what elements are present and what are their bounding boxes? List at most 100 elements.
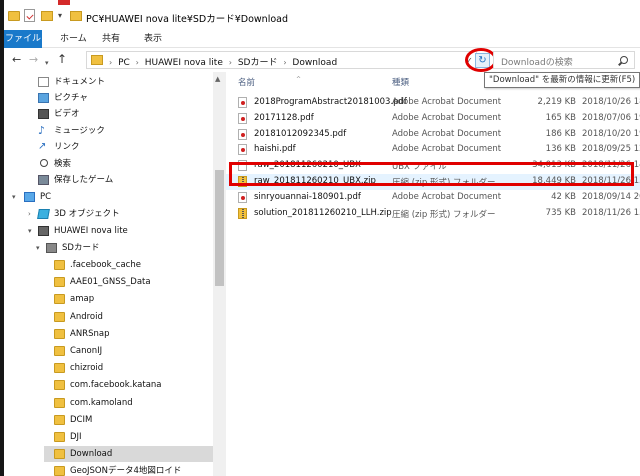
file-row[interactable]: raw_201811260210_UBX.zip 圧縮 (zip 形式) フォルダ…: [226, 174, 640, 190]
file-name: raw_201811260210_UBX: [254, 160, 361, 171]
file-name: haishi.pdf: [254, 144, 296, 155]
chevron-down-icon[interactable]: ▾: [12, 189, 16, 205]
breadcrumb-download[interactable]: Download: [292, 58, 337, 68]
folder-icon: [54, 311, 65, 322]
column-header-type[interactable]: 種類: [392, 76, 409, 88]
phone-icon: [38, 226, 49, 236]
file-size: 2,219 KB: [537, 97, 576, 107]
breadcrumb: › PC › HUAWEI nova lite › SDカード › Downlo…: [109, 55, 340, 68]
file-row[interactable]: 20181012092345.pdf Adobe Acrobat Document…: [226, 127, 640, 143]
file-type: Adobe Acrobat Document: [392, 112, 502, 123]
window-title: PC¥HUAWEI nova lite¥SDカード¥Download: [86, 14, 289, 25]
nav-folder-label: com.kamoland: [70, 397, 133, 408]
ribbon-tabs: ファイル ホーム 共有 表示: [4, 30, 640, 48]
document-icon: [38, 77, 49, 87]
address-bar[interactable]: › PC › HUAWEI nova lite › SDカード › Downlo…: [86, 51, 477, 69]
file-type: Adobe Acrobat Document: [392, 97, 502, 107]
red-tab-marker: [58, 0, 70, 5]
saved-games-icon: [38, 175, 49, 185]
file-size: 136 KB: [545, 144, 576, 155]
chevron-right-icon[interactable]: ›: [136, 58, 139, 67]
column-header-name[interactable]: 名前 ^: [238, 76, 301, 88]
pc-icon: [24, 192, 35, 202]
pdf-file-icon: [238, 97, 247, 108]
new-folder-icon[interactable]: [41, 11, 53, 21]
navigation-pane: ドキュメント ピクチャ ビデオ ♪ ミュージック ↗ リンク 検索 保存したゲー…: [4, 72, 226, 476]
tab-share[interactable]: 共有: [102, 30, 120, 48]
folder-icon: [54, 449, 65, 460]
file-type: 圧縮 (zip 形式) フォルダー: [392, 209, 496, 220]
forward-arrow-icon[interactable]: →: [29, 53, 38, 67]
file-date: 2018/09/25 12:17: [582, 144, 640, 155]
pdf-file-icon: [238, 191, 247, 203]
file-name: sinryouannai-180901.pdf: [254, 191, 361, 202]
nav-folder-label: Android: [70, 311, 103, 322]
tab-view[interactable]: 表示: [144, 30, 162, 48]
folder-icon: [54, 277, 65, 288]
address-folder-icon: [91, 55, 103, 65]
chevron-right-icon[interactable]: ›: [229, 58, 232, 67]
nav-folder-label: GeoJSONデータ4地図ロイド: [70, 466, 182, 476]
file-row[interactable]: 20171128.pdf Adobe Acrobat Document 165 KB…: [226, 111, 640, 127]
properties-icon[interactable]: [24, 9, 35, 22]
file-size: 186 KB: [545, 128, 576, 139]
music-icon: ♪: [38, 124, 46, 137]
folder-icon: [54, 294, 65, 305]
nav-folder-label: Download: [70, 449, 113, 460]
search-icon: [38, 159, 49, 169]
sort-chevron-up-icon: ^: [296, 76, 302, 83]
nav-folder-label: AAE01_GNSS_Data: [70, 277, 151, 288]
nav-folder-item[interactable]: Download: [44, 446, 213, 463]
quick-access-folder-icon[interactable]: [8, 11, 20, 21]
folder-icon: [54, 363, 65, 374]
folder-icon: [54, 432, 65, 442]
chevron-right-icon[interactable]: ›: [109, 58, 112, 67]
search-input[interactable]: Downloadの検索: [493, 51, 635, 69]
videos-icon: [38, 109, 49, 119]
file-date: 2018/10/20 19:22: [582, 128, 640, 139]
file-date: 2018/10/26 18:30: [582, 97, 640, 107]
nav-folder-label: DJI: [70, 432, 82, 442]
file-row[interactable]: 2018ProgramAbstract20181003.pdf Adobe Acr…: [226, 95, 640, 111]
file-icon: [238, 160, 247, 172]
folder-icon: [54, 346, 65, 356]
chevron-right-icon[interactable]: ›: [283, 58, 286, 67]
nav-folder-label: .facebook_cache: [70, 260, 141, 270]
breadcrumb-device[interactable]: HUAWEI nova lite: [145, 58, 223, 68]
folder-icon: [54, 380, 65, 391]
file-row[interactable]: solution_201811260210_LLH.zip 圧縮 (zip 形式)…: [226, 206, 640, 222]
file-name: solution_201811260210_LLH.zip: [254, 207, 392, 218]
scroll-up-arrow-icon[interactable]: ▲: [215, 75, 220, 83]
nav-folder-label: com.facebook.katana: [70, 380, 162, 391]
tab-file[interactable]: ファイル: [4, 30, 42, 48]
pictures-icon: [38, 93, 49, 103]
file-name: raw_201811260210_UBX.zip: [254, 176, 376, 186]
explorer-window: ▾ PC¥HUAWEI nova lite¥SDカード¥Download ファイ…: [4, 0, 640, 476]
chevron-down-icon[interactable]: ▾: [28, 223, 32, 239]
file-type: UBX ファイル: [392, 162, 447, 173]
chevron-down-icon[interactable]: ▾: [36, 240, 40, 256]
file-row[interactable]: sinryouannai-180901.pdf Adobe Acrobat Doc…: [226, 190, 640, 206]
tab-home[interactable]: ホーム: [60, 30, 87, 48]
folder-icon: [54, 397, 65, 408]
file-row[interactable]: raw_201811260210_UBX UBX ファイル 34,013 KB 201…: [226, 158, 640, 174]
up-arrow-icon[interactable]: ↑: [57, 52, 67, 66]
file-list-pane: 名前 ^ 種類 2018ProgramAbstract20181003.pdf A…: [226, 72, 640, 476]
customize-toolbar-chevron-icon[interactable]: ▾: [58, 11, 62, 20]
nav-scrollbar-thumb[interactable]: [215, 170, 224, 286]
chevron-right-icon[interactable]: ›: [28, 206, 31, 222]
file-type: Adobe Acrobat Document: [392, 144, 502, 155]
breadcrumb-sdcard[interactable]: SDカード: [238, 58, 278, 68]
navigation-bar: ← → ▾ ↑ › PC › HUAWEI nova lite › SDカード …: [4, 48, 640, 72]
zip-folder-icon: [238, 176, 247, 187]
file-size: 165 KB: [545, 112, 576, 123]
file-type: Adobe Acrobat Document: [392, 128, 502, 139]
pdf-file-icon: [238, 112, 247, 124]
file-row[interactable]: haishi.pdf Adobe Acrobat Document 136 KB 20…: [226, 142, 640, 158]
search-icon: [620, 56, 628, 64]
recent-locations-chevron-icon[interactable]: ▾: [45, 56, 49, 70]
pdf-file-icon: [238, 128, 247, 140]
back-arrow-icon[interactable]: ←: [12, 53, 21, 67]
nav-folder-label: DCIM: [70, 414, 93, 425]
breadcrumb-pc[interactable]: PC: [118, 58, 130, 68]
